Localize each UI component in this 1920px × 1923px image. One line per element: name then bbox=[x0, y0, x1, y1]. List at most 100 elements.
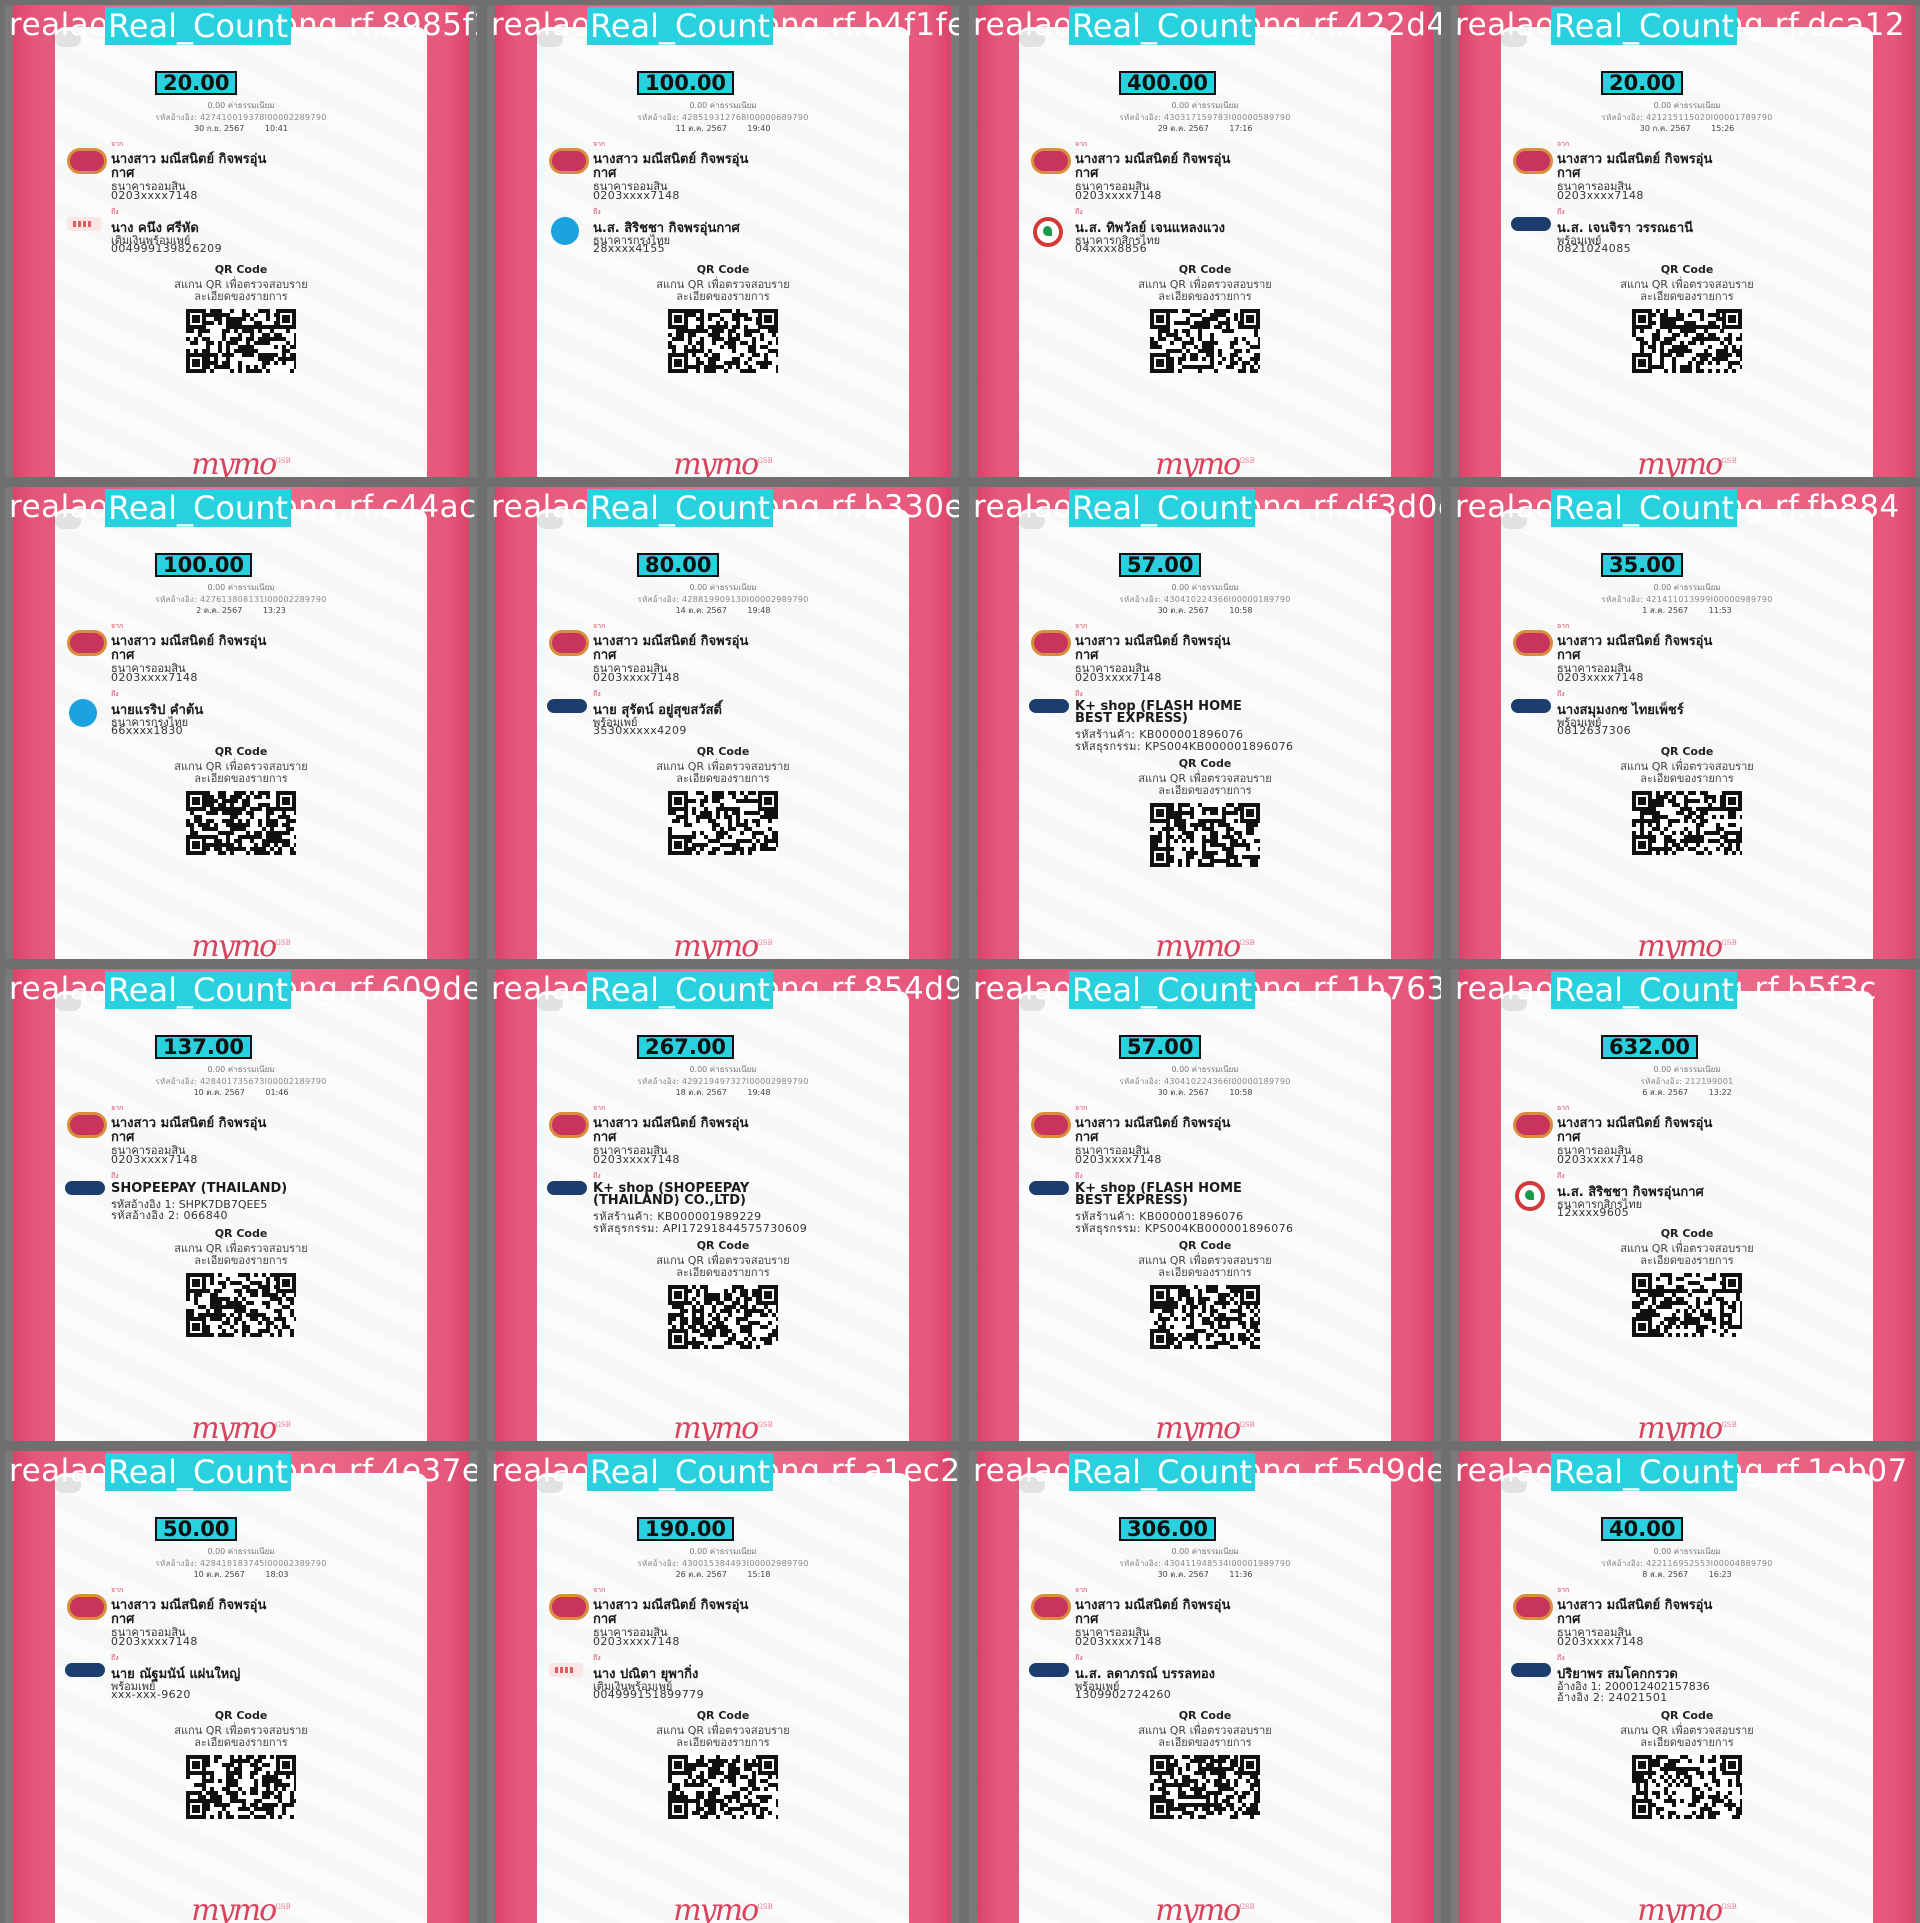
receipt-card: 190.00 0.00 ค่าธรรมเนียม รหัสอ้างอิง: 4300… bbox=[537, 1473, 909, 1923]
transaction-datetime: 10 ต.ค. 2567 18:03 bbox=[55, 1568, 427, 1581]
transaction-datetime: 18 ต.ค. 2567 19:48 bbox=[537, 1086, 909, 1099]
transaction-date: 30 ก.ค. 2567 bbox=[1639, 124, 1691, 133]
sender-account: 0203xxxx7148 bbox=[1075, 671, 1162, 684]
mymo-logo: mymoGSB bbox=[55, 1411, 427, 1441]
grid-tile: 190.00 0.00 ค่าธรรมเนียม รหัสอ้างอิง: 4300… bbox=[487, 1451, 959, 1923]
qr-code-image bbox=[1150, 1285, 1260, 1349]
mymo-logo: mymoGSB bbox=[537, 1411, 909, 1441]
qr-code-image bbox=[668, 1755, 778, 1819]
promptpay-logo-icon bbox=[1029, 1181, 1069, 1195]
tile-border-left bbox=[5, 1451, 13, 1923]
tile-border-right bbox=[1915, 487, 1920, 959]
receipt-card: 20.00 0.00 ค่าธรรมเนียม รหัสอ้างอิง: 42121… bbox=[1501, 27, 1873, 477]
grid-tile: 57.00 0.00 ค่าธรรมเนียม รหัสอ้างอิง: 43041… bbox=[969, 487, 1441, 959]
qr-title: QR Code bbox=[1178, 1239, 1232, 1252]
transaction-time: 11:36 bbox=[1229, 1570, 1253, 1579]
tile-border-right bbox=[469, 1451, 477, 1923]
receipt-card: 35.00 0.00 ค่าธรรมเนียม รหัสอ้างอิง: 42141… bbox=[1501, 509, 1873, 959]
receipt-card: 40.00 0.00 ค่าธรรมเนียม รหัสอ้างอิง: 42211… bbox=[1501, 1473, 1873, 1923]
qr-description-cont: ละเอียดของรายการ bbox=[1640, 772, 1734, 785]
transaction-time: 19:48 bbox=[747, 606, 771, 615]
transaction-datetime: 30 ต.ค. 2567 10:58 bbox=[1019, 1086, 1391, 1099]
transaction-time: 16:23 bbox=[1708, 1570, 1732, 1579]
brand-name: mymo bbox=[673, 1411, 759, 1441]
amount-bounding-box: 57.00 bbox=[1119, 1035, 1202, 1059]
sender-account: 0203xxxx7148 bbox=[1557, 1153, 1644, 1166]
tile-border-left bbox=[1451, 5, 1459, 477]
gsb-bank-logo-icon bbox=[1513, 630, 1553, 656]
tile-border-left bbox=[5, 5, 13, 477]
qr-description-cont: ละเอียดของรายการ bbox=[676, 772, 770, 785]
qr-description-cont: ละเอียดของรายการ bbox=[676, 1266, 770, 1279]
brand-sup: GSB bbox=[757, 1903, 773, 1911]
brand-name: mymo bbox=[191, 447, 277, 477]
amount-bounding-box: 57.00 bbox=[1119, 553, 1202, 577]
qr-title: QR Code bbox=[696, 1709, 750, 1722]
gsb-bank-logo-icon bbox=[1513, 1112, 1553, 1138]
sender-account: 0203xxxx7148 bbox=[1075, 1153, 1162, 1166]
tile-border-left bbox=[969, 5, 977, 477]
gsb-bank-logo-icon bbox=[1031, 1112, 1071, 1138]
qr-title: QR Code bbox=[214, 263, 268, 276]
qr-description-cont: ละเอียดของรายการ bbox=[1158, 1266, 1252, 1279]
class-label: Real_Count bbox=[105, 7, 292, 45]
tile-border-right bbox=[469, 487, 477, 959]
mymo-logo: mymoGSB bbox=[537, 929, 909, 959]
class-label: Real_Count bbox=[105, 1453, 292, 1491]
receipt-card: 80.00 0.00 ค่าธรรมเนียม รหัสอ้างอิง: 42881… bbox=[537, 509, 909, 959]
recipient-detail-1: (THAILAND) CO.,LTD) bbox=[593, 1193, 746, 1208]
promptpay-logo-icon bbox=[547, 699, 587, 713]
recipient-detail-3: รหัสธุรกรรม: KPS004KB000001896076 bbox=[1075, 1222, 1294, 1235]
transaction-date: 10 ต.ค. 2567 bbox=[193, 1570, 245, 1579]
brand-name: mymo bbox=[1155, 447, 1241, 477]
tile-border-left bbox=[1451, 487, 1459, 959]
gsb-bank-logo-icon bbox=[549, 1594, 589, 1620]
amount-bounding-box: 35.00 bbox=[1601, 553, 1684, 577]
gsb-bank-logo-icon bbox=[549, 148, 589, 174]
qr-code-image bbox=[1632, 1755, 1742, 1819]
gsb-bank-logo-icon bbox=[549, 630, 589, 656]
gsb-bank-logo-icon bbox=[1031, 630, 1071, 656]
mymo-logo: mymoGSB bbox=[1019, 929, 1391, 959]
qr-title: QR Code bbox=[1178, 263, 1232, 276]
transaction-datetime: 30 ก.ย. 2567 10:41 bbox=[55, 122, 427, 135]
receipt-card: 57.00 0.00 ค่าธรรมเนียม รหัสอ้างอิง: 43041… bbox=[1019, 509, 1391, 959]
transaction-time: 01:46 bbox=[265, 1088, 289, 1097]
qr-title: QR Code bbox=[1178, 757, 1232, 770]
gsb-bank-logo-icon bbox=[67, 1594, 107, 1620]
transaction-datetime: 6 ส.ค. 2567 13:22 bbox=[1501, 1086, 1873, 1099]
sender-account: 0203xxxx7148 bbox=[593, 189, 680, 202]
class-label: Real_Count bbox=[1069, 1453, 1256, 1491]
tile-border-right bbox=[951, 969, 959, 1441]
transaction-date: 11 ต.ค. 2567 bbox=[675, 124, 727, 133]
receipt-card: 57.00 0.00 ค่าธรรมเนียม รหัสอ้างอิง: 43041… bbox=[1019, 991, 1391, 1441]
transaction-date: 30 ต.ค. 2567 bbox=[1157, 1088, 1209, 1097]
sender-account: 0203xxxx7148 bbox=[593, 1153, 680, 1166]
brand-name: mymo bbox=[1637, 1893, 1723, 1923]
grid-tile: 306.00 0.00 ค่าธรรมเนียม รหัสอ้างอิง: 4304… bbox=[969, 1451, 1441, 1923]
amount-bounding-box: 20.00 bbox=[155, 71, 238, 95]
recipient-detail-2: 004999139826209 bbox=[111, 242, 222, 255]
transaction-time: 13:22 bbox=[1708, 1088, 1732, 1097]
tile-border-right bbox=[1433, 1451, 1441, 1923]
receipt-card: 400.00 0.00 ค่าธรรมเนียม รหัสอ้างอิง: 4303… bbox=[1019, 27, 1391, 477]
transaction-time: 19:40 bbox=[747, 124, 771, 133]
tile-border-right bbox=[1433, 5, 1441, 477]
qr-title: QR Code bbox=[696, 1239, 750, 1252]
recipient-detail-1: BEST EXPRESS) bbox=[1075, 1193, 1188, 1208]
amount-bounding-box: 306.00 bbox=[1119, 1517, 1217, 1541]
transaction-date: 30 ก.ย. 2567 bbox=[194, 124, 245, 133]
transaction-date: 10 ต.ค. 2567 bbox=[193, 1088, 245, 1097]
transaction-datetime: 11 ต.ค. 2567 19:40 bbox=[537, 122, 909, 135]
brand-sup: GSB bbox=[275, 457, 291, 465]
tile-border-left bbox=[5, 969, 13, 1441]
tile-border-left bbox=[969, 487, 977, 959]
sender-account: 0203xxxx7148 bbox=[1557, 671, 1644, 684]
tile-border-right bbox=[1915, 969, 1920, 1441]
grid-tile: 80.00 0.00 ค่าธรรมเนียม รหัสอ้างอิง: 42881… bbox=[487, 487, 959, 959]
truemoney-logo-icon bbox=[549, 1663, 583, 1677]
recipient-detail-2: 28xxxx4155 bbox=[593, 242, 666, 255]
transaction-time: 15:26 bbox=[1711, 124, 1735, 133]
promptpay-logo-icon bbox=[1511, 1663, 1551, 1677]
transaction-datetime: 30 ต.ค. 2567 10:58 bbox=[1019, 604, 1391, 617]
